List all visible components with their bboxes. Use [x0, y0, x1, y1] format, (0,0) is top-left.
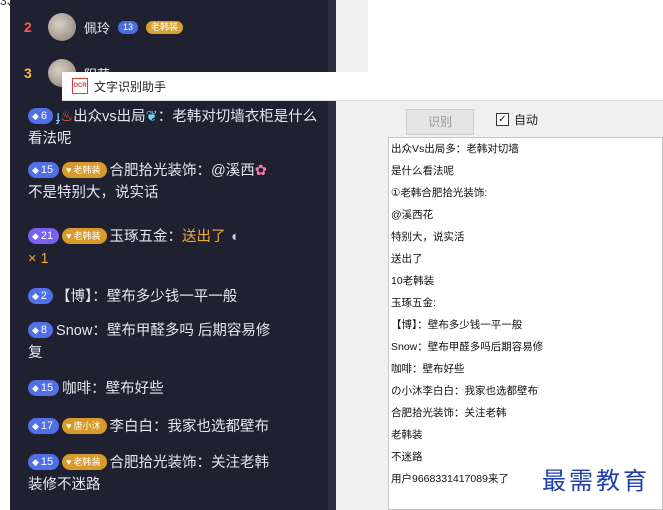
level-badge: ◆ 6: [28, 108, 54, 124]
ocr-app-icon: OCR: [72, 78, 88, 94]
diamond-icon: ◆: [32, 383, 39, 393]
heart-icon: ♥: [66, 457, 72, 467]
gift-icon: ❦: [145, 109, 158, 125]
chat-message: ◆ 6 ɟ♨出众vs出局❦：老韩对切墙衣柜是什么看法呢: [28, 108, 318, 147]
result-line: 是什么看法呢: [391, 165, 454, 177]
fan-badge: ♥ 老韩装: [62, 228, 107, 244]
result-line: 合肥拾光装饰：关注老韩: [391, 407, 507, 419]
mouse-gift-icon: ◖: [225, 229, 239, 245]
chat-message: ◆ 21 ♥ 老韩装 玉琢五金：送出了 ◖ × 1: [28, 228, 239, 267]
avatar[interactable]: [48, 13, 76, 41]
fan-badge: ♥ 老韩装: [62, 162, 107, 178]
result-line: 用户9668331417089来了: [391, 473, 509, 485]
result-line: @溪西花: [391, 209, 434, 221]
result-line: 10老韩装: [391, 275, 435, 287]
diamond-icon: ◆: [32, 457, 39, 467]
chat-message: ◆ 2 【博】：壁布多少钱一平一般: [28, 286, 320, 308]
diamond-icon: ◆: [32, 165, 39, 175]
ocr-window-body: 识别 ✓ 自动 出众Vs出局多：老韩对切墙 是什么看法呢 ①老韩合肥拾光装饰: …: [368, 101, 663, 510]
result-line: 不迷路: [391, 451, 423, 463]
level-badge: ◆ 21: [28, 228, 60, 244]
diamond-icon: ◆: [32, 421, 39, 431]
flower-icon: ✿: [254, 163, 267, 179]
rank-number: 2: [24, 19, 32, 35]
recognize-button[interactable]: 识别: [406, 109, 474, 135]
level-badge: ◆ 15: [28, 380, 60, 396]
chat-message: ◆ 15 ♥ 老韩装 合肥拾光装饰：关注老韩 装修不迷路: [28, 454, 270, 493]
level-badge: ◆ 2: [28, 288, 54, 304]
fan-badge: 老韩装: [146, 20, 184, 34]
result-line: ①老韩合肥拾光装饰:: [391, 187, 488, 199]
chat-message: ◆ 8 Snow：壁布甲醛多吗 后期容易修复: [28, 322, 271, 361]
level-badge: ◆ 8: [28, 322, 54, 338]
result-line: 出众Vs出局多：老韩对切墙: [391, 143, 519, 155]
diamond-icon: ◆: [32, 291, 39, 301]
result-line: 【博】：壁布多少钱一平一般: [391, 319, 523, 331]
rank-number: 3: [24, 65, 32, 81]
chat-message: ◆ 15 ♥ 老韩装 合肥拾光装饰：@溪西✿ 不是特别大，说实话: [28, 162, 267, 201]
rank-user-name: 佩玲: [84, 20, 111, 36]
heart-icon: ♥: [66, 421, 72, 431]
result-line: 特别大，说实活: [391, 231, 465, 243]
gift-highlight: 送出了: [182, 229, 226, 245]
result-line: 咖啡：壁布好些: [391, 363, 465, 375]
auto-label: 自动: [514, 113, 539, 127]
level-badge: ◆ 15: [28, 454, 60, 470]
result-line: 玉琢五金:: [391, 297, 436, 309]
diamond-icon: ◆: [32, 111, 39, 121]
auto-checkbox-row[interactable]: ✓ 自动: [496, 111, 538, 128]
fire-icon: ♨: [60, 109, 74, 125]
result-line: 送出了: [391, 253, 423, 265]
ocr-result-textarea[interactable]: 出众Vs出局多：老韩对切墙 是什么看法呢 ①老韩合肥拾光装饰: @溪西花 特别大…: [388, 137, 663, 510]
chat-message: ◆ 17 ♥ 唐小沐 李白白：我家也选都壁布: [28, 416, 320, 438]
ocr-window-titlebar[interactable]: OCR 文字识别助手: [62, 72, 663, 101]
heart-icon: ♥: [66, 165, 72, 175]
level-badge: ◆ 15: [28, 162, 60, 178]
fan-badge: ♥ 老韩装: [62, 454, 107, 470]
result-line: Snow：壁布甲醛多吗后期容易修: [391, 341, 544, 353]
auto-checkbox[interactable]: ✓: [496, 113, 509, 126]
fan-badge: ♥ 唐小沐: [62, 418, 107, 434]
diamond-icon: ◆: [32, 325, 39, 335]
watermark-logo: 最需教育: [542, 467, 650, 495]
window-title: 文字识别助手: [94, 79, 167, 94]
chat-message: ◆ 15 咖啡：壁布好些: [28, 378, 320, 400]
level-badge: 13: [118, 20, 139, 34]
ranking-row: 2 佩玲 13 老韩装: [24, 12, 184, 42]
diamond-icon: ◆: [32, 231, 39, 241]
level-badge: ◆ 17: [28, 418, 60, 434]
result-line: の小沐李白白：我家也选都壁布: [391, 385, 538, 397]
result-line: 老韩装: [391, 429, 423, 441]
heart-icon: ♥: [66, 231, 72, 241]
